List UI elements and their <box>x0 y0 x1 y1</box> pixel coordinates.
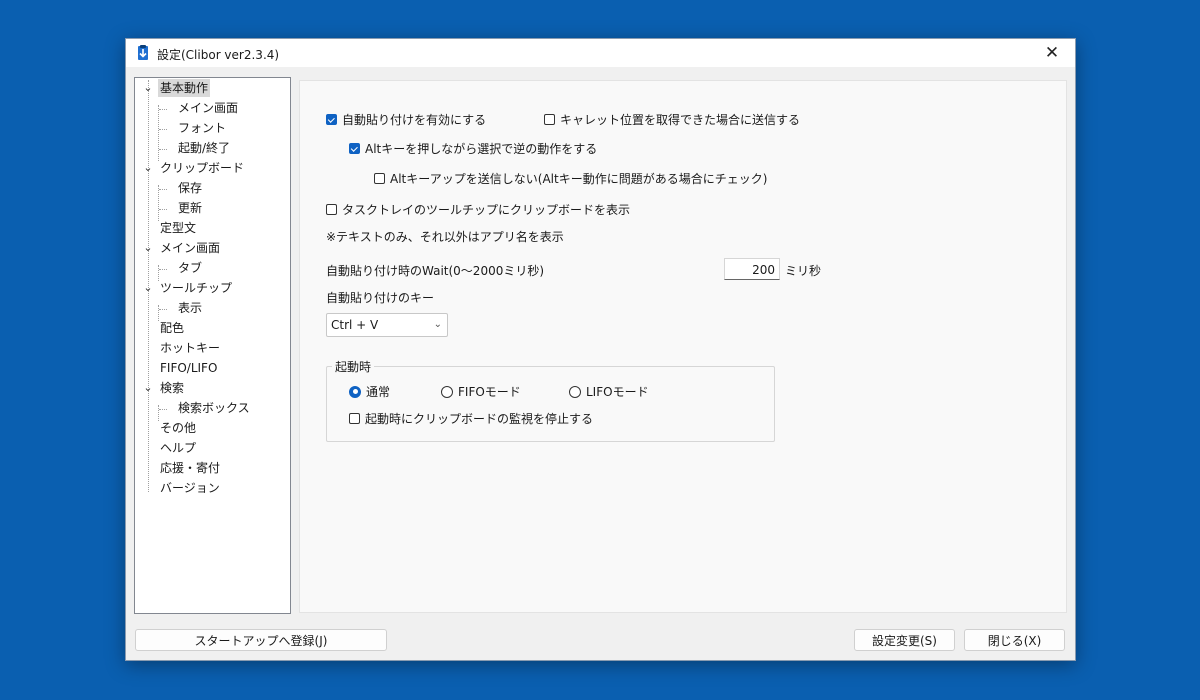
close-button[interactable]: 閉じる(X) <box>964 629 1065 651</box>
checkbox-box[interactable] <box>374 173 385 184</box>
tree-connector <box>159 269 167 270</box>
register-startup-button[interactable]: スタートアップへ登録(J) <box>135 629 387 651</box>
tree-item-fifo-lifo[interactable]: FIFO/LIFO <box>158 359 219 377</box>
tree-item-version[interactable]: バージョン <box>158 479 222 497</box>
tray-tooltip-checkbox[interactable]: タスクトレイのツールチップにクリップボードを表示 <box>326 201 630 218</box>
settings-panel: 自動貼り付けを有効にする キャレット位置を取得できた場合に送信する Altキーを… <box>299 80 1067 613</box>
chevron-down-icon[interactable]: ⌄ <box>142 379 154 397</box>
checkbox-box[interactable] <box>326 204 337 215</box>
auto-paste-label: 自動貼り付けを有効にする <box>342 113 487 127</box>
mode-fifo-radio[interactable]: FIFOモード <box>441 383 521 400</box>
settings-window: 設定(Clibor ver2.3.4) ✕ ⌄ 基本動作 メイン画面 フォント … <box>125 38 1076 661</box>
tree-connector <box>159 129 167 130</box>
chevron-down-icon[interactable]: ⌄ <box>142 239 154 257</box>
tree-item-colors[interactable]: 配色 <box>158 319 186 337</box>
tree-item-other[interactable]: その他 <box>158 419 198 437</box>
mode-normal-radio[interactable]: 通常 <box>349 383 390 400</box>
tray-tooltip-label: タスクトレイのツールチップにクリップボードを表示 <box>342 203 631 217</box>
window-title: 設定(Clibor ver2.3.4) <box>157 48 280 62</box>
startup-group-title: 起動時 <box>332 358 375 375</box>
checkbox-box[interactable] <box>349 143 360 154</box>
chevron-down-icon: ⌄ <box>433 319 442 330</box>
checkbox-box[interactable] <box>544 114 555 125</box>
tree-item-templates[interactable]: 定型文 <box>158 219 198 237</box>
tree-item-support[interactable]: 応援・寄付 <box>158 459 222 477</box>
tree-item-startup-exit[interactable]: 起動/終了 <box>176 139 232 157</box>
tree-item-tab[interactable]: タブ <box>176 259 204 277</box>
wait-label: 自動貼り付け時のWait(0～2000ミリ秒) <box>326 264 545 278</box>
clibor-app-icon <box>138 45 148 60</box>
alt-reverse-checkbox[interactable]: Altキーを押しながら選択で逆の動作をする <box>349 140 597 157</box>
tree-item-update[interactable]: 更新 <box>176 199 204 217</box>
tree-connector <box>159 109 167 110</box>
title-bar: 設定(Clibor ver2.3.4) ✕ <box>126 39 1075 67</box>
radio-button[interactable] <box>441 385 453 398</box>
stop-monitor-checkbox[interactable]: 起動時にクリップボードの監視を停止する <box>349 410 593 427</box>
close-icon: ✕ <box>1044 43 1060 63</box>
wait-input[interactable]: 200 <box>724 258 780 280</box>
wait-unit: ミリ秒 <box>785 264 822 278</box>
settings-category-tree[interactable]: ⌄ 基本動作 メイン画面 フォント 起動/終了 ⌄ クリップボード 保存 更新 … <box>134 77 291 614</box>
tree-item-tooltip[interactable]: ツールチップ <box>158 279 234 297</box>
tree-item-basic[interactable]: 基本動作 <box>158 79 211 97</box>
radio-button[interactable] <box>569 385 581 398</box>
tree-connector <box>159 409 167 410</box>
alt-up-checkbox[interactable]: Altキーアップを送信しない(Altキー動作に問題がある場合にチェック) <box>374 170 767 187</box>
tree-connector <box>159 309 167 310</box>
chevron-down-icon[interactable]: ⌄ <box>142 79 154 97</box>
mode-normal-label: 通常 <box>366 385 391 399</box>
tree-item-display[interactable]: 表示 <box>176 299 204 317</box>
tray-note: ※テキストのみ、それ以外はアプリ名を表示 <box>326 230 564 244</box>
paste-key-value: Ctrl + V <box>331 318 379 332</box>
tree-connector <box>159 149 167 150</box>
auto-paste-checkbox[interactable]: 自動貼り付けを有効にする <box>326 111 486 128</box>
checkbox-box[interactable] <box>326 114 337 125</box>
tree-item-save[interactable]: 保存 <box>176 179 204 197</box>
tree-item-hotkey[interactable]: ホットキー <box>158 339 222 357</box>
mode-fifo-label: FIFOモード <box>458 385 521 399</box>
tree-item-help[interactable]: ヘルプ <box>158 439 198 457</box>
paste-key-label: 自動貼り付けのキー <box>326 291 435 305</box>
tree-connector <box>159 189 167 190</box>
chevron-down-icon[interactable]: ⌄ <box>142 279 154 297</box>
startup-groupbox <box>326 366 775 442</box>
tree-connector <box>158 105 159 161</box>
caret-send-checkbox[interactable]: キャレット位置を取得できた場合に送信する <box>544 111 800 128</box>
tree-item-clipboard[interactable]: クリップボード <box>158 159 246 177</box>
close-window-button[interactable]: ✕ <box>1029 39 1075 67</box>
checkbox-box[interactable] <box>349 413 360 424</box>
paste-key-select[interactable]: Ctrl + V ⌄ <box>326 313 448 337</box>
tree-item-search-box[interactable]: 検索ボックス <box>176 399 252 417</box>
tree-connector <box>158 185 159 221</box>
mode-lifo-radio[interactable]: LIFOモード <box>569 383 649 400</box>
radio-button[interactable] <box>349 385 361 398</box>
caret-send-label: キャレット位置を取得できた場合に送信する <box>560 113 801 127</box>
apply-settings-button[interactable]: 設定変更(S) <box>854 629 955 651</box>
chevron-down-icon[interactable]: ⌄ <box>142 159 154 177</box>
tree-item-main-window[interactable]: メイン画面 <box>176 99 240 117</box>
stop-monitor-label: 起動時にクリップボードの監視を停止する <box>365 412 594 426</box>
tree-connector <box>159 209 167 210</box>
alt-reverse-label: Altキーを押しながら選択で逆の動作をする <box>365 142 598 156</box>
tree-item-font[interactable]: フォント <box>176 119 228 137</box>
mode-lifo-label: LIFOモード <box>586 385 649 399</box>
tree-item-search[interactable]: 検索 <box>158 379 186 397</box>
tree-item-main-screen[interactable]: メイン画面 <box>158 239 222 257</box>
alt-up-label: Altキーアップを送信しない(Altキー動作に問題がある場合にチェック) <box>390 172 768 186</box>
